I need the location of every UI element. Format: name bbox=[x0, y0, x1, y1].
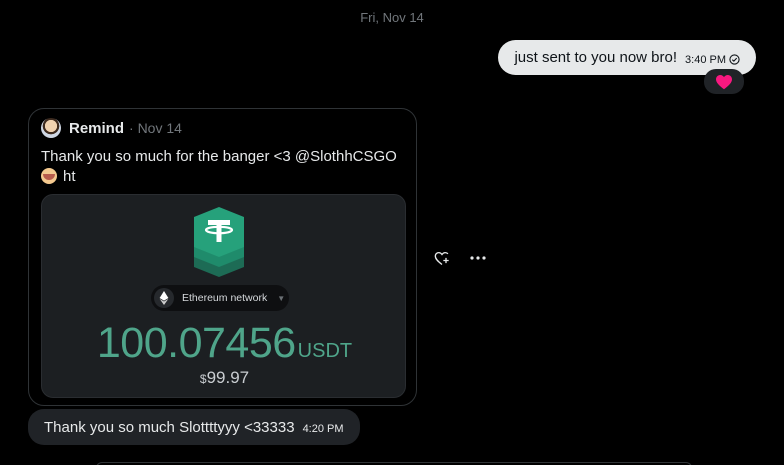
outgoing-message-meta: 3:40 PM bbox=[685, 54, 740, 66]
author-name[interactable]: Remind bbox=[69, 120, 124, 137]
heart-icon bbox=[716, 74, 732, 89]
amount-unit: USDT bbox=[297, 340, 353, 362]
tether-token-icon bbox=[194, 207, 244, 277]
check-circle-icon bbox=[729, 54, 740, 65]
message-actions bbox=[433, 249, 505, 267]
ethereum-icon bbox=[154, 288, 174, 308]
post-date: · Nov 14 bbox=[129, 120, 182, 136]
outgoing-message-text: just sent to you now bro! bbox=[514, 49, 678, 66]
chevron-down-icon: ▼ bbox=[277, 293, 286, 303]
more-horizontal-icon bbox=[470, 256, 486, 260]
amount-value: 100.07456 bbox=[96, 319, 296, 367]
incoming-message-text: Thank you so much Slottttyyy <33333 bbox=[44, 418, 295, 436]
message-reaction[interactable] bbox=[704, 69, 744, 94]
quoted-post-text-line1: Thank you so much for the banger <3 @Slo… bbox=[41, 148, 397, 165]
token-amount: 100.07456 USDT bbox=[42, 319, 405, 368]
date-separator: Fri, Nov 14 bbox=[360, 10, 424, 25]
post-media-image[interactable]: Ethereum network ▼ 100.07456 USDT $99.97 bbox=[41, 194, 406, 398]
quoted-post-text-line2: ht bbox=[63, 168, 76, 185]
smiling-face-emoji-icon bbox=[41, 168, 57, 184]
network-selector[interactable]: Ethereum network ▼ bbox=[151, 285, 289, 311]
more-options-button[interactable] bbox=[469, 249, 487, 267]
dm-conversation: Fri, Nov 14 just sent to you now bro! 3:… bbox=[0, 0, 784, 465]
currency-symbol: $ bbox=[199, 372, 207, 386]
heart-plus-icon bbox=[434, 251, 449, 265]
incoming-message-time: 4:20 PM bbox=[302, 423, 344, 435]
avatar[interactable] bbox=[41, 118, 61, 138]
incoming-message-bubble[interactable]: Thank you so much Slottttyyy <33333 4:20… bbox=[28, 409, 360, 445]
fiat-value: 99.97 bbox=[206, 368, 250, 387]
add-reaction-button[interactable] bbox=[433, 249, 451, 267]
quoted-post-card[interactable]: Remind · Nov 14 Thank you so much for th… bbox=[28, 108, 417, 406]
network-label: Ethereum network bbox=[182, 292, 268, 304]
outgoing-message-time: 3:40 PM bbox=[685, 53, 726, 66]
fiat-amount: $99.97 bbox=[42, 368, 405, 388]
quoted-post-header: Remind · Nov 14 bbox=[41, 118, 182, 138]
quoted-post-text: Thank you so much for the banger <3 @Slo… bbox=[41, 147, 411, 187]
